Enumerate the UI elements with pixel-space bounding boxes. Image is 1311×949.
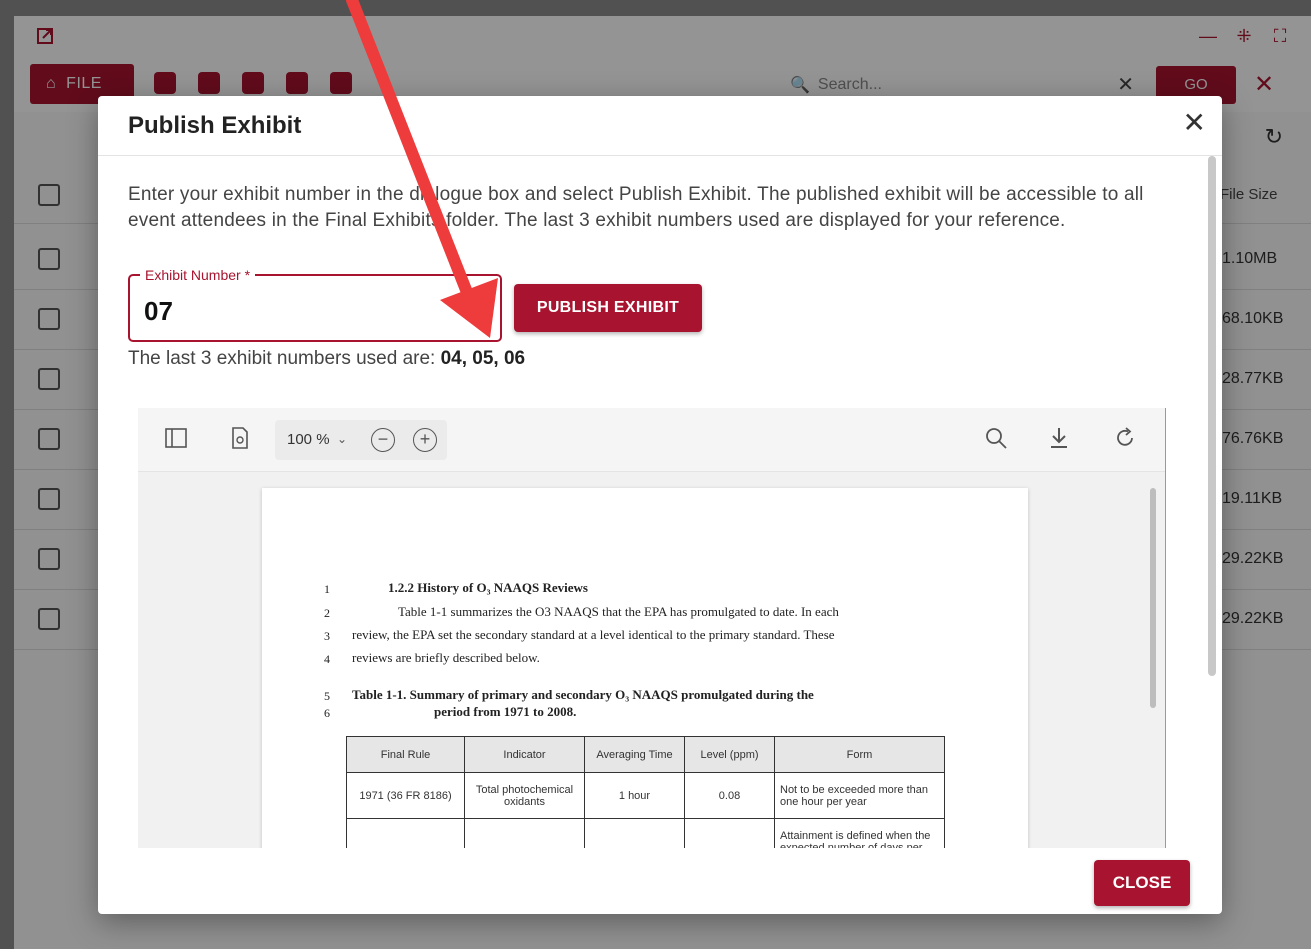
chevron-down-icon[interactable]: ⌄ (337, 432, 347, 446)
table-row: 1971 (36 FR 8186) Total photochemical ox… (346, 772, 945, 819)
search-icon[interactable] (984, 426, 1008, 450)
table-header: Averaging Time (584, 736, 685, 773)
table-header: Level (ppm) (684, 736, 775, 773)
pdf-page: 1 1.2.2 History of O₃ NAAQS Reviews 2 Ta… (262, 488, 1028, 848)
pdf-toolbar: 100 % ⌄ − + (138, 408, 1165, 472)
document-line: Table 1-1 summarizes the O3 NAAQS that t… (398, 604, 839, 619)
table-cell (584, 818, 685, 848)
pdf-viewer: 100 % ⌄ − + 1 1.2.2 History of O₃ NAAQS … (138, 408, 1166, 848)
pdf-scrollbar[interactable] (1150, 488, 1156, 708)
table-caption: Table 1-1. Summary of primary and second… (352, 687, 814, 702)
zoom-out-icon[interactable]: − (371, 428, 395, 452)
close-icon[interactable]: ✕ (1183, 106, 1206, 139)
instructions-text: Enter your exhibit number in the dialogu… (128, 184, 1144, 231)
table-cell: 0.08 (684, 772, 775, 819)
line-number: 3 (324, 629, 330, 643)
document-line: review, the EPA set the secondary standa… (352, 627, 835, 642)
zoom-level: 100 % (287, 431, 330, 448)
table-header: Form (774, 736, 945, 773)
document-heading: 1.2.2 History of O₃ NAAQS Reviews (388, 580, 588, 595)
table-caption-cont: period from 1971 to 2008. (434, 704, 577, 719)
sidebar-toggle-icon[interactable] (164, 426, 188, 450)
table-cell: Total photochemical oxidants (464, 772, 585, 819)
page-fit-icon[interactable] (230, 426, 250, 450)
line-number: 5 (324, 689, 330, 703)
publish-exhibit-dialog: Publish Exhibit ✕ Enter your exhibit num… (98, 96, 1222, 914)
last-used-text: The last 3 exhibit numbers used are: 04,… (128, 348, 525, 370)
zoom-in-icon[interactable]: + (413, 428, 437, 452)
dialog-scrollbar[interactable] (1208, 156, 1216, 676)
line-number: 4 (324, 652, 330, 666)
exhibit-number-label: Exhibit Number * (140, 267, 256, 283)
exhibit-number-field[interactable]: Exhibit Number * 07 (128, 267, 502, 342)
exhibit-number-value: 07 (144, 296, 173, 326)
zoom-control[interactable]: 100 % ⌄ − + (275, 420, 447, 460)
table-cell (684, 818, 775, 848)
download-icon[interactable] (1048, 426, 1070, 450)
table-cell: 1 hour (584, 772, 685, 819)
document-line: reviews are briefly described below. (352, 650, 540, 665)
table-cell (346, 818, 465, 848)
table-header: Indicator (464, 736, 585, 773)
dialog-header: Publish Exhibit ✕ (98, 96, 1222, 156)
line-number: 1 (324, 582, 330, 596)
line-number: 6 (324, 706, 330, 720)
rotate-icon[interactable] (1114, 426, 1136, 450)
publish-exhibit-button[interactable]: PUBLISH EXHIBIT (514, 284, 702, 332)
table-cell: Not to be exceeded more than one hour pe… (774, 772, 945, 819)
last-used-values: 04, 05, 06 (440, 348, 526, 369)
table-header: Final Rule (346, 736, 465, 773)
dialog-title: Publish Exhibit (128, 112, 302, 139)
last-used-prefix: The last 3 exhibit numbers used are: (128, 348, 441, 369)
table-cell: Attainment is defined when the expected … (774, 818, 945, 848)
table-cell: 1971 (36 FR 8186) (346, 772, 465, 819)
document-table: Final Rule Indicator Averaging Time Leve… (346, 736, 945, 848)
close-button[interactable]: CLOSE (1094, 860, 1190, 906)
table-cell (464, 818, 585, 848)
line-number: 2 (324, 606, 330, 620)
table-row: Attainment is defined when the expected … (346, 818, 945, 848)
